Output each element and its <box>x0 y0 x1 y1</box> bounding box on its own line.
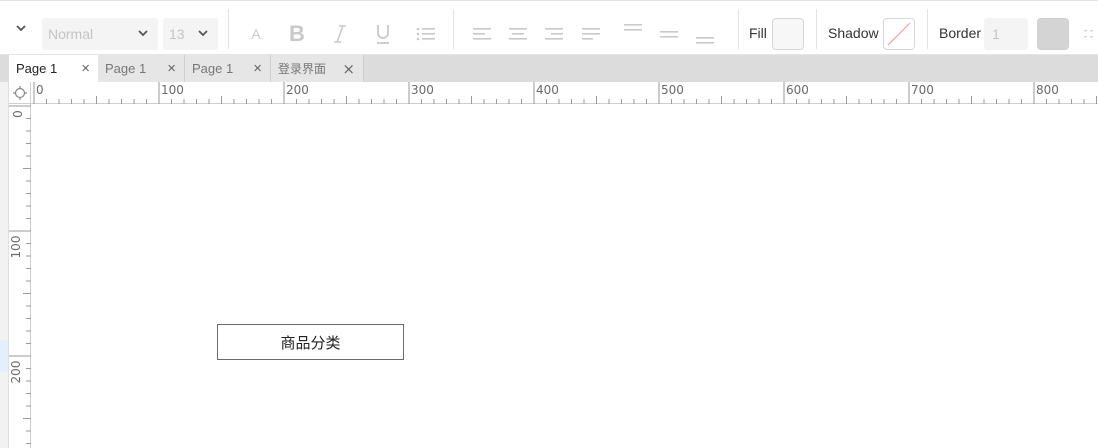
ruler-label: 200 <box>286 83 309 97</box>
shadow-color-swatch[interactable] <box>883 18 915 50</box>
ruler-label: 500 <box>661 83 684 97</box>
close-icon[interactable]: × <box>342 60 355 78</box>
no-shadow-icon <box>887 22 911 46</box>
design-canvas[interactable] <box>31 104 1098 448</box>
close-icon[interactable]: × <box>81 60 90 77</box>
ruler-label: 200 <box>9 360 23 384</box>
ruler-label: 400 <box>536 83 559 97</box>
bold-icon[interactable]: B <box>282 19 312 49</box>
left-panel-edge[interactable] <box>0 82 9 448</box>
font-size-select[interactable]: 13 <box>163 18 218 50</box>
border-width-input[interactable]: 1 <box>984 18 1028 50</box>
justify-icon[interactable] <box>576 19 606 49</box>
tab-label: Page 1 <box>192 61 234 76</box>
toolbar-divider <box>453 9 454 49</box>
tab-label: Page 1 <box>16 61 58 76</box>
ruler-label: 100 <box>9 235 23 259</box>
align-right-icon[interactable] <box>539 19 569 49</box>
valign-top-icon[interactable] <box>618 15 648 45</box>
border-style-icon[interactable] <box>1080 19 1098 49</box>
vertical-ruler[interactable]: 0 100 200 <box>9 104 31 448</box>
ruler-label: 800 <box>1036 83 1059 97</box>
tab-page-1[interactable]: Page 1 × <box>9 55 98 82</box>
ruler-label: 300 <box>411 83 434 97</box>
close-icon[interactable]: × <box>167 60 176 77</box>
left-panel-highlight <box>0 340 8 372</box>
font-weight-value: Normal <box>48 26 94 42</box>
toolbar-divider <box>738 9 739 49</box>
list-icon[interactable] <box>411 19 441 49</box>
chevron-down-icon <box>138 30 148 37</box>
font-weight-select[interactable]: Normal <box>42 18 158 50</box>
align-center-icon[interactable] <box>503 19 533 49</box>
border-width-value: 1 <box>992 26 1000 42</box>
toolbar-divider <box>816 9 817 49</box>
toolbar-divider <box>927 9 928 49</box>
fill-color-swatch[interactable] <box>772 18 804 50</box>
category-text-box[interactable]: 商品分类 <box>217 324 404 360</box>
ruler-label: 0 <box>36 83 44 97</box>
italic-icon[interactable] <box>325 19 355 49</box>
toolbar-divider <box>228 9 229 49</box>
chevron-down-icon[interactable] <box>8 1 34 55</box>
ruler-label: 700 <box>911 83 934 97</box>
ruler-label: 600 <box>786 83 809 97</box>
toolbar: Normal 13 A B Fill Shadow Border 1 <box>0 0 1098 55</box>
fill-label: Fill <box>749 25 767 41</box>
ruler-label: 100 <box>161 83 184 97</box>
tab-label: Page 1 <box>105 61 147 76</box>
tab-page-3[interactable]: Page 1 × <box>185 55 271 82</box>
ruler-label: 0 <box>11 110 25 118</box>
shadow-label: Shadow <box>828 25 879 41</box>
tab-label: 登录界面 <box>278 62 327 76</box>
horizontal-ruler[interactable]: 0 100 200 300 400 500 600 700 800 <box>31 82 1098 104</box>
ruler-origin-icon[interactable] <box>9 82 31 104</box>
category-text: 商品分类 <box>280 333 341 352</box>
valign-bottom-icon[interactable] <box>690 23 720 53</box>
underline-icon[interactable] <box>368 19 398 49</box>
tab-login-page[interactable]: 登录界面 × <box>271 55 364 82</box>
tab-page-2[interactable]: Page 1 × <box>98 55 185 82</box>
font-color-icon[interactable]: A <box>241 19 271 49</box>
valign-middle-icon[interactable] <box>654 19 684 49</box>
border-label: Border <box>939 25 982 41</box>
close-icon[interactable]: × <box>253 60 262 77</box>
page-tab-bar: Page 1 × Page 1 × Page 1 × 登录界面 × <box>0 55 1098 82</box>
align-left-icon[interactable] <box>467 19 497 49</box>
border-color-swatch[interactable] <box>1037 18 1069 50</box>
font-size-value: 13 <box>169 26 185 42</box>
chevron-down-icon <box>198 30 208 37</box>
